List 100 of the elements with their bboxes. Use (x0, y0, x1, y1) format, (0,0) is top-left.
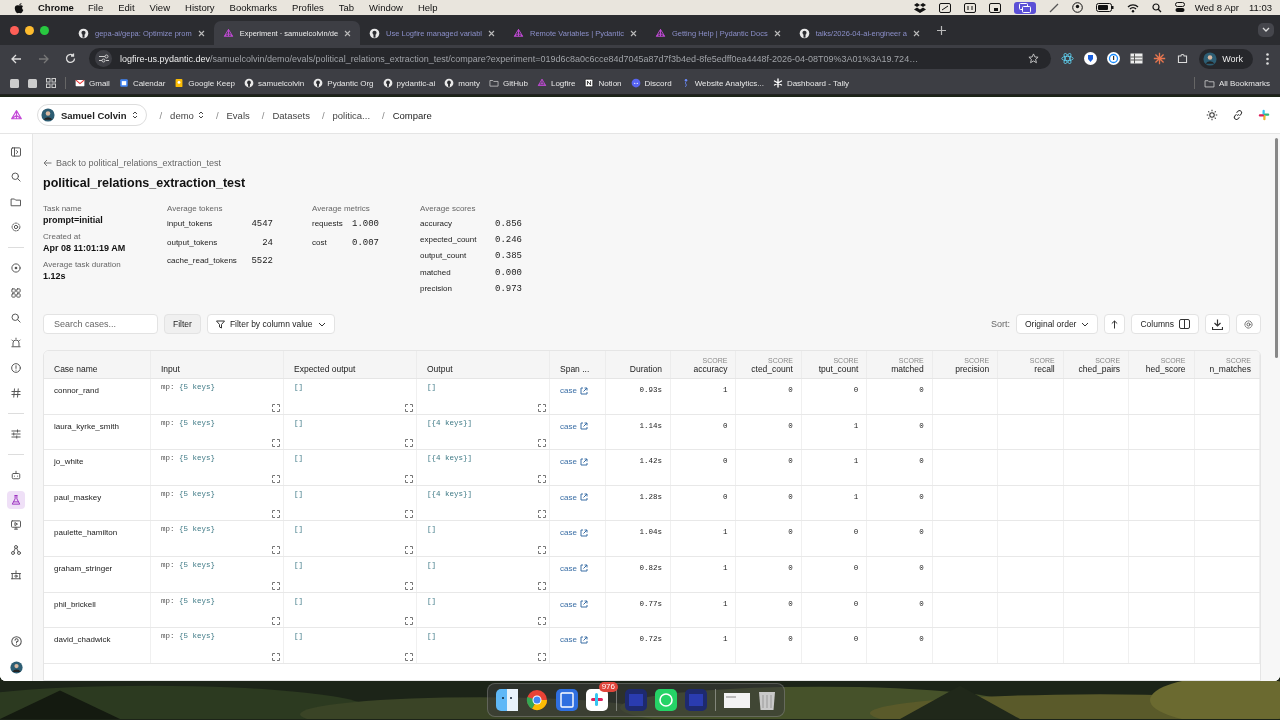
close-icon[interactable] (913, 29, 920, 37)
window-icon[interactable] (963, 2, 976, 13)
column-header[interactable]: recall (1034, 364, 1055, 374)
expand-icon[interactable] (538, 474, 546, 483)
bookmark[interactable]: Gmail (75, 78, 110, 88)
menu-item[interactable]: History (185, 2, 215, 13)
plus-icon[interactable] (937, 25, 946, 35)
apple-icon[interactable] (14, 1, 24, 14)
box-icon[interactable] (913, 2, 926, 13)
column-header[interactable]: ched_pairs (1078, 364, 1121, 374)
expand-icon[interactable] (272, 652, 280, 661)
span-link[interactable]: case (560, 420, 588, 431)
app-menu[interactable]: Chrome (38, 2, 74, 13)
column-header[interactable]: Input (161, 364, 275, 374)
column-header[interactable]: cted_count (751, 364, 793, 374)
site-settings-icon[interactable] (95, 50, 112, 67)
editor-icon[interactable] (556, 689, 578, 711)
trash-icon[interactable] (758, 689, 776, 711)
user-icon[interactable] (1071, 2, 1083, 13)
slack-icon[interactable] (1258, 109, 1270, 121)
bookmark[interactable]: Logfire (536, 78, 576, 88)
close-icon[interactable] (629, 29, 637, 37)
menu-item[interactable]: View (149, 2, 170, 13)
browser-icon[interactable] (526, 689, 548, 711)
close-icon[interactable] (344, 29, 352, 37)
bookmark[interactable]: Google Keep (174, 78, 236, 88)
span-link[interactable]: case (560, 598, 588, 609)
expand-icon[interactable] (405, 617, 413, 626)
flask-icon[interactable] (7, 491, 25, 509)
control-center-icon[interactable] (1174, 2, 1185, 13)
download-button[interactable] (1205, 314, 1230, 334)
asterisk-icon[interactable] (1153, 52, 1167, 65)
expand-icon[interactable] (538, 652, 546, 661)
filter-button[interactable]: Filter (164, 314, 201, 334)
more-icon[interactable] (1263, 52, 1272, 65)
screens-icon[interactable] (1013, 1, 1036, 14)
search-icon[interactable] (1151, 2, 1162, 13)
menu-bar-time[interactable]: 11:03 (1248, 2, 1272, 13)
puzzle-icon[interactable] (1176, 52, 1190, 65)
window-icon[interactable] (938, 2, 951, 13)
menu-item[interactable]: File (87, 2, 104, 13)
bookmark[interactable]: Discord (630, 78, 672, 88)
settings-button[interactable] (1236, 314, 1261, 334)
window-icon[interactable] (988, 2, 1001, 13)
breadcrumb-link[interactable]: demo (170, 109, 204, 121)
chat-app-icon[interactable] (586, 689, 608, 711)
expand-icon[interactable] (405, 439, 413, 448)
menu-item[interactable]: Profiles (292, 2, 324, 13)
search-field[interactable]: Search cases... (43, 314, 158, 334)
atom-icon[interactable] (1061, 52, 1075, 65)
expand-icon[interactable] (272, 617, 280, 626)
window-controls[interactable] (10, 25, 49, 35)
span-link[interactable]: case (560, 562, 588, 573)
breadcrumb-link[interactable]: Evals (226, 109, 250, 121)
columns-button[interactable]: Columns (1131, 314, 1199, 334)
expand-icon[interactable] (272, 581, 280, 590)
expand-icon[interactable] (538, 510, 546, 519)
shield-icon[interactable] (1084, 52, 1098, 65)
span-link[interactable]: case (560, 527, 588, 538)
back-link[interactable]: Back to political_relations_extraction_test (43, 158, 1261, 168)
column-header[interactable]: Output (427, 364, 541, 374)
expand-icon[interactable] (272, 545, 280, 554)
bookmark[interactable]: GitHub (489, 78, 528, 88)
column-filter-dropdown[interactable]: Filter by column value (206, 314, 335, 334)
table-icon[interactable] (1130, 52, 1144, 65)
bookmark[interactable]: Website Analytics... (680, 78, 764, 88)
menu-item[interactable]: Help (417, 2, 438, 13)
sun-icon[interactable] (1206, 109, 1218, 121)
breadcrumb-link[interactable]: Compare (392, 109, 432, 121)
column-header[interactable]: Expected output (294, 364, 408, 374)
close-icon[interactable] (773, 29, 781, 37)
column-header[interactable]: Case name (54, 364, 142, 374)
column-header[interactable]: Span ... (560, 364, 597, 374)
column-header[interactable]: tput_count (818, 364, 859, 374)
span-link[interactable]: case (560, 385, 588, 395)
phone-chat-icon[interactable] (655, 689, 677, 711)
expand-icon[interactable] (538, 581, 546, 590)
expand-icon[interactable] (538, 403, 546, 412)
profile-button[interactable]: Work (1199, 48, 1253, 69)
span-link[interactable]: case (560, 634, 588, 645)
expand-icon[interactable] (405, 581, 413, 590)
expand-icon[interactable] (538, 617, 546, 626)
column-header[interactable]: matched (891, 364, 924, 374)
span-link[interactable]: case (560, 456, 588, 467)
expand-icon[interactable] (405, 403, 413, 412)
expand-icon[interactable] (272, 510, 280, 519)
keyhole-icon[interactable] (1107, 52, 1121, 65)
expand-icon[interactable] (405, 652, 413, 661)
bookmark[interactable]: monty (444, 78, 481, 88)
tab-search-button[interactable] (1258, 23, 1274, 37)
expand-icon[interactable] (405, 474, 413, 483)
bookmark[interactable]: pydantic-ai (382, 78, 436, 88)
column-header[interactable]: hed_score (1145, 364, 1186, 374)
column-header[interactable]: Duration (629, 364, 662, 374)
expand-icon[interactable] (272, 439, 280, 448)
address-bar[interactable]: logfire-us.pydantic.dev/samuelcolvin/demo/evals/political_relations_extraction_test/compare?experiment=019d6c8a0c6cce84d7045a87d7f3b4ed-8fe5edff0ea4448f-2026-04-08T09%3A01%3A19.724… (89, 48, 1052, 69)
expand-icon[interactable] (405, 545, 413, 554)
bookmark[interactable]: Notion (584, 78, 622, 88)
span-link[interactable]: case (560, 491, 588, 502)
bookmark[interactable]: Pydantic Org (313, 78, 374, 88)
